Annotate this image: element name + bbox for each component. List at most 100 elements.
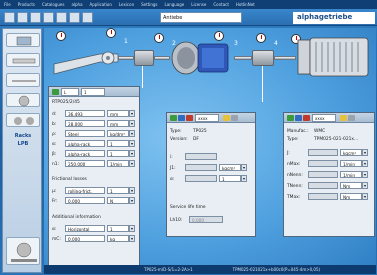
catalog-icon[interactable] <box>295 115 302 121</box>
d-unit[interactable]: mm <box>107 110 129 117</box>
rack-icon[interactable] <box>52 44 122 80</box>
motor-icon[interactable] <box>296 34 376 80</box>
chevron-down-icon[interactable]: ▾ <box>129 235 135 242</box>
info-icon[interactable] <box>223 115 230 121</box>
print-icon[interactable] <box>43 12 54 23</box>
chevron-down-icon[interactable]: ▾ <box>129 140 135 147</box>
settings-icon[interactable] <box>348 115 355 121</box>
fr-unit[interactable]: N <box>107 197 129 204</box>
chevron-down-icon[interactable]: ▾ <box>129 150 135 157</box>
j-unit[interactable]: kgcm² <box>340 149 362 156</box>
n1-unit[interactable]: 1/min <box>107 160 129 167</box>
redo-icon[interactable] <box>69 12 80 23</box>
j1-unit[interactable]: kgcm² <box>219 164 241 171</box>
menu-alpha[interactable]: alpha <box>71 2 82 7</box>
menu-catalogues[interactable]: Catalogues <box>42 2 64 7</box>
b-input[interactable]: 28.000 <box>65 120 105 127</box>
j-input[interactable] <box>308 149 338 156</box>
beta-unit[interactable]: 1 <box>107 150 129 157</box>
tnenn-unit[interactable]: Nm <box>340 182 362 189</box>
nnenn-input[interactable] <box>308 171 338 178</box>
chevron-down-icon[interactable]: ▾ <box>129 130 135 137</box>
chevron-down-icon[interactable]: ▾ <box>241 175 247 182</box>
save-icon[interactable] <box>30 12 41 23</box>
gear-tab-icon[interactable] <box>6 93 40 107</box>
mu-unit[interactable]: 1 <box>107 187 129 194</box>
mc-input[interactable]: 0.000 <box>65 235 105 242</box>
nmax-unit[interactable]: 1/min <box>340 160 362 167</box>
orientation-select[interactable]: Horizontal <box>65 225 105 232</box>
tnenn-input[interactable] <box>308 182 338 189</box>
chevron-down-icon[interactable]: ▾ <box>362 171 368 178</box>
alpha2-unit[interactable]: 1 <box>219 175 241 182</box>
d-input[interactable]: 36.493 <box>65 110 105 117</box>
menu-file[interactable]: File <box>4 2 11 7</box>
j1-input[interactable] <box>185 164 217 171</box>
alpha2-input[interactable] <box>185 175 217 182</box>
settings-icon[interactable] <box>231 115 238 121</box>
open-icon[interactable] <box>17 12 28 23</box>
tmax-input[interactable] <box>308 193 338 200</box>
menu-settings[interactable]: Settings <box>141 2 157 7</box>
chevron-down-icon[interactable]: ▾ <box>362 149 368 156</box>
orientation-unit[interactable]: 1 <box>107 225 129 232</box>
gauge-icon[interactable] <box>106 28 116 38</box>
accept-icon[interactable] <box>52 89 59 95</box>
mc-unit[interactable]: kg <box>107 235 129 242</box>
n1-input[interactable]: 250.000 <box>65 160 105 167</box>
b-unit[interactable]: mm <box>107 120 129 127</box>
coupling-tab-icon[interactable] <box>6 53 40 67</box>
beta-select[interactable]: alpha-rack <box>65 150 105 157</box>
alpha-select[interactable]: alpha-rack <box>65 140 105 147</box>
help-icon[interactable] <box>82 12 93 23</box>
chevron-down-icon[interactable]: ▾ <box>362 182 368 189</box>
gauge-icon[interactable] <box>256 33 266 43</box>
nnenn-unit[interactable]: 1/min <box>340 171 362 178</box>
new-icon[interactable] <box>4 12 15 23</box>
gauge-icon[interactable] <box>154 33 164 43</box>
coupling[interactable] <box>134 50 154 66</box>
alpha-unit[interactable]: 1 <box>107 140 129 147</box>
chevron-down-icon[interactable]: ▾ <box>129 160 135 167</box>
chevron-down-icon[interactable]: ▾ <box>362 160 368 167</box>
chevron-down-icon[interactable]: ▾ <box>241 164 247 171</box>
shaft-tab-icon[interactable] <box>6 73 40 87</box>
chevron-down-icon[interactable]: ▾ <box>129 225 135 232</box>
project-select[interactable]: Antiebe <box>160 12 242 23</box>
accept-icon[interactable] <box>170 115 177 121</box>
menu-language[interactable]: Language <box>165 2 185 7</box>
menu-lexicon[interactable]: Lexicon <box>119 2 134 7</box>
tmax-unit[interactable]: Nm <box>340 193 362 200</box>
index-select[interactable]: 1 <box>81 88 105 96</box>
nmax-input[interactable] <box>308 160 338 167</box>
racks-label[interactable]: Racks <box>5 133 41 139</box>
ratio-input[interactable] <box>185 153 217 160</box>
chevron-down-icon[interactable]: ▾ <box>129 187 135 194</box>
coupling[interactable] <box>252 50 274 66</box>
delete-icon[interactable] <box>303 115 310 121</box>
motor-select[interactable]: xxxx <box>312 114 336 122</box>
rho-unit[interactable]: kg/dm³ <box>107 130 129 137</box>
gearbox-icon[interactable] <box>170 40 234 76</box>
undo-icon[interactable] <box>56 12 67 23</box>
delete-icon[interactable] <box>186 115 193 121</box>
menu-hotline[interactable]: HotlinNet <box>236 2 255 7</box>
type-select[interactable]: L <box>61 88 79 96</box>
accept-icon[interactable] <box>287 115 294 121</box>
chevron-down-icon[interactable]: ▾ <box>362 193 368 200</box>
friction-select[interactable]: rolling-frict. <box>65 187 105 194</box>
fr-input[interactable]: 0.000 <box>65 197 105 204</box>
lpb-label[interactable]: LPB <box>5 141 41 147</box>
menu-application[interactable]: Application <box>90 2 112 7</box>
gauge-icon[interactable] <box>56 31 66 41</box>
menu-license[interactable]: License <box>191 2 206 7</box>
info-icon[interactable] <box>340 115 347 121</box>
l10-input[interactable]: 0.000 <box>189 216 223 223</box>
material-select[interactable]: Steel <box>65 130 105 137</box>
motor-tab-icon[interactable] <box>6 33 40 47</box>
chevron-down-icon[interactable]: ▾ <box>129 110 135 117</box>
menu-products[interactable]: Products <box>18 2 35 7</box>
gearbox-select[interactable]: xxxx <box>195 114 219 122</box>
catalog-icon[interactable] <box>178 115 185 121</box>
chevron-down-icon[interactable]: ▾ <box>129 197 135 204</box>
